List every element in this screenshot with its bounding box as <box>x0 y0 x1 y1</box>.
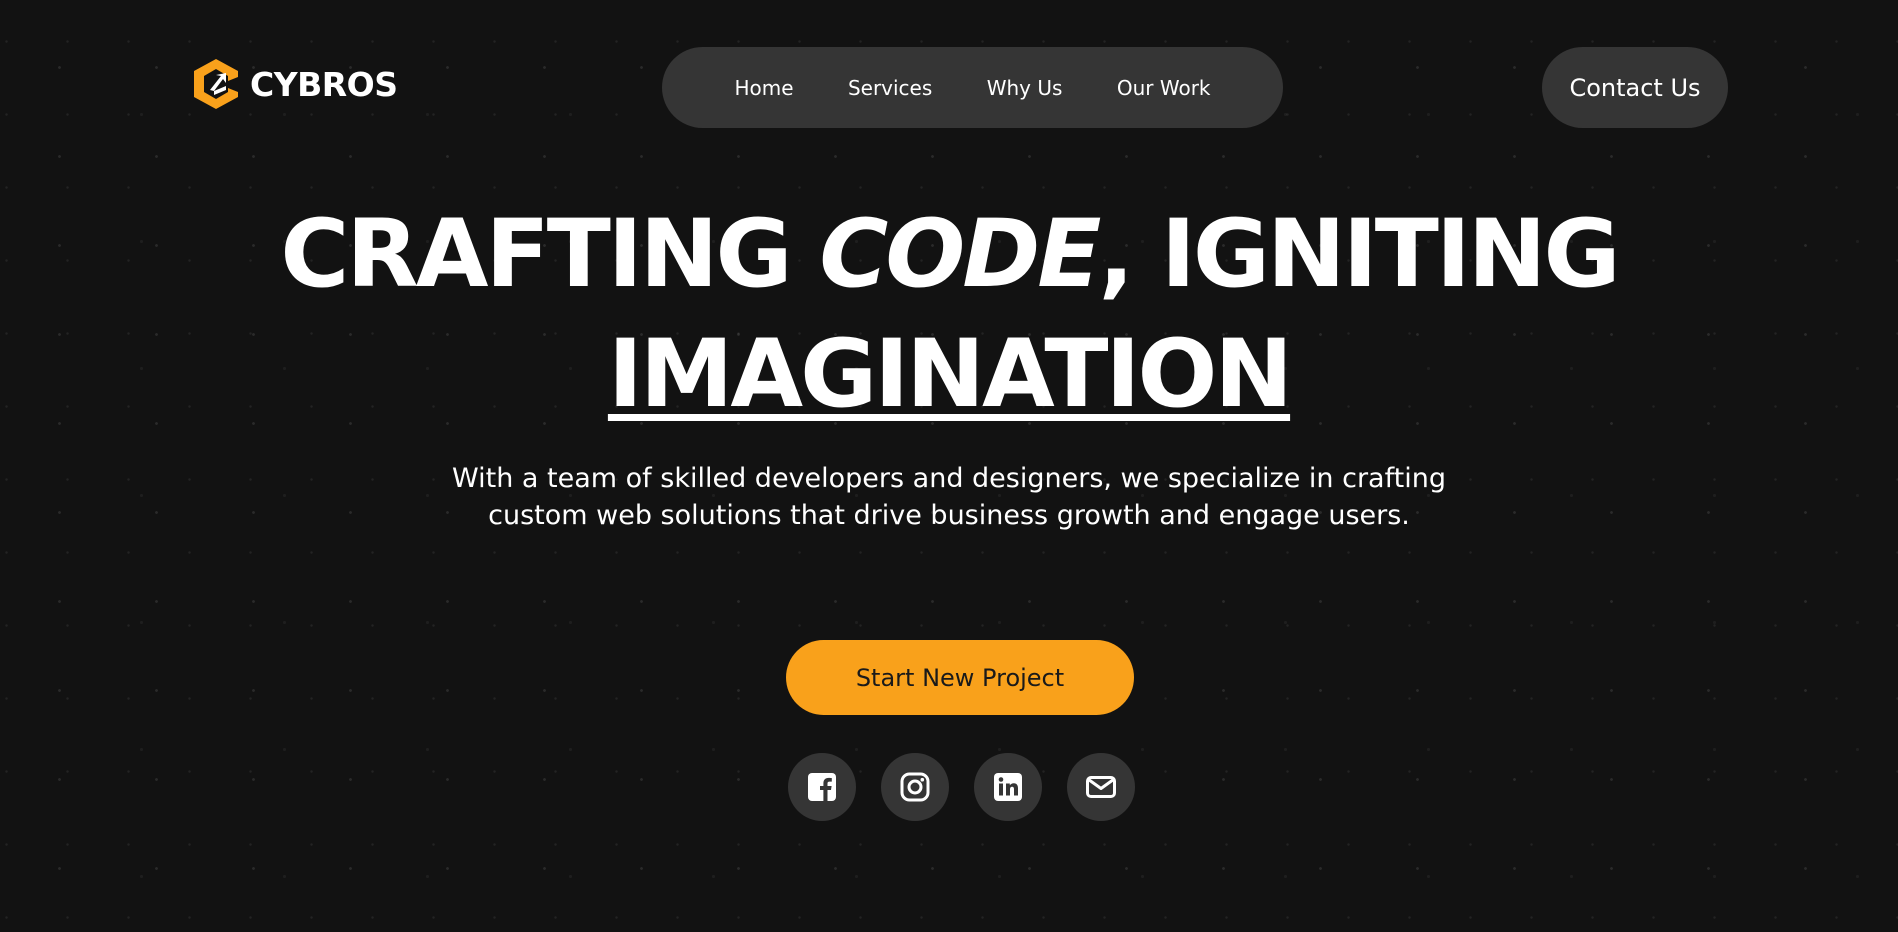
contact-us-button[interactable]: Contact Us <box>1542 47 1728 128</box>
hero-title: CRAFTING CODE, IGNITING IMAGINATION <box>0 195 1898 435</box>
nav-item-services[interactable]: Services <box>848 76 932 100</box>
start-new-project-button[interactable]: Start New Project <box>786 640 1134 715</box>
social-links <box>788 753 1135 821</box>
hero-title-part-1: CRAFTING <box>280 200 820 309</box>
nav-item-home[interactable]: Home <box>734 76 793 100</box>
hero-title-part-2: , IGNITING <box>1098 200 1620 309</box>
hero-title-line-2: IMAGINATION <box>0 315 1898 435</box>
email-button[interactable] <box>1067 753 1135 821</box>
brand-logo[interactable]: CYBROS <box>190 57 398 111</box>
nav-item-our-work[interactable]: Our Work <box>1117 76 1211 100</box>
linkedin-button[interactable] <box>974 753 1042 821</box>
instagram-icon <box>900 772 930 802</box>
hero-title-underlined: IMAGINATION <box>607 320 1293 429</box>
main-nav: Home Services Why Us Our Work <box>662 47 1283 128</box>
page: CYBROS Home Services Why Us Our Work Con… <box>0 0 1898 932</box>
linkedin-icon <box>994 773 1022 801</box>
hero-title-emphasis: CODE <box>819 200 1101 309</box>
instagram-button[interactable] <box>881 753 949 821</box>
nav-item-why-us[interactable]: Why Us <box>987 76 1063 100</box>
brand-name: CYBROS <box>250 64 398 104</box>
hexagon-arrow-logo-icon <box>194 59 238 109</box>
email-icon <box>1086 776 1116 798</box>
hero-description: With a team of skilled developers and de… <box>452 463 1446 531</box>
facebook-icon <box>808 773 836 801</box>
facebook-button[interactable] <box>788 753 856 821</box>
hero-title-line-1: CRAFTING CODE, IGNITING <box>0 195 1898 315</box>
